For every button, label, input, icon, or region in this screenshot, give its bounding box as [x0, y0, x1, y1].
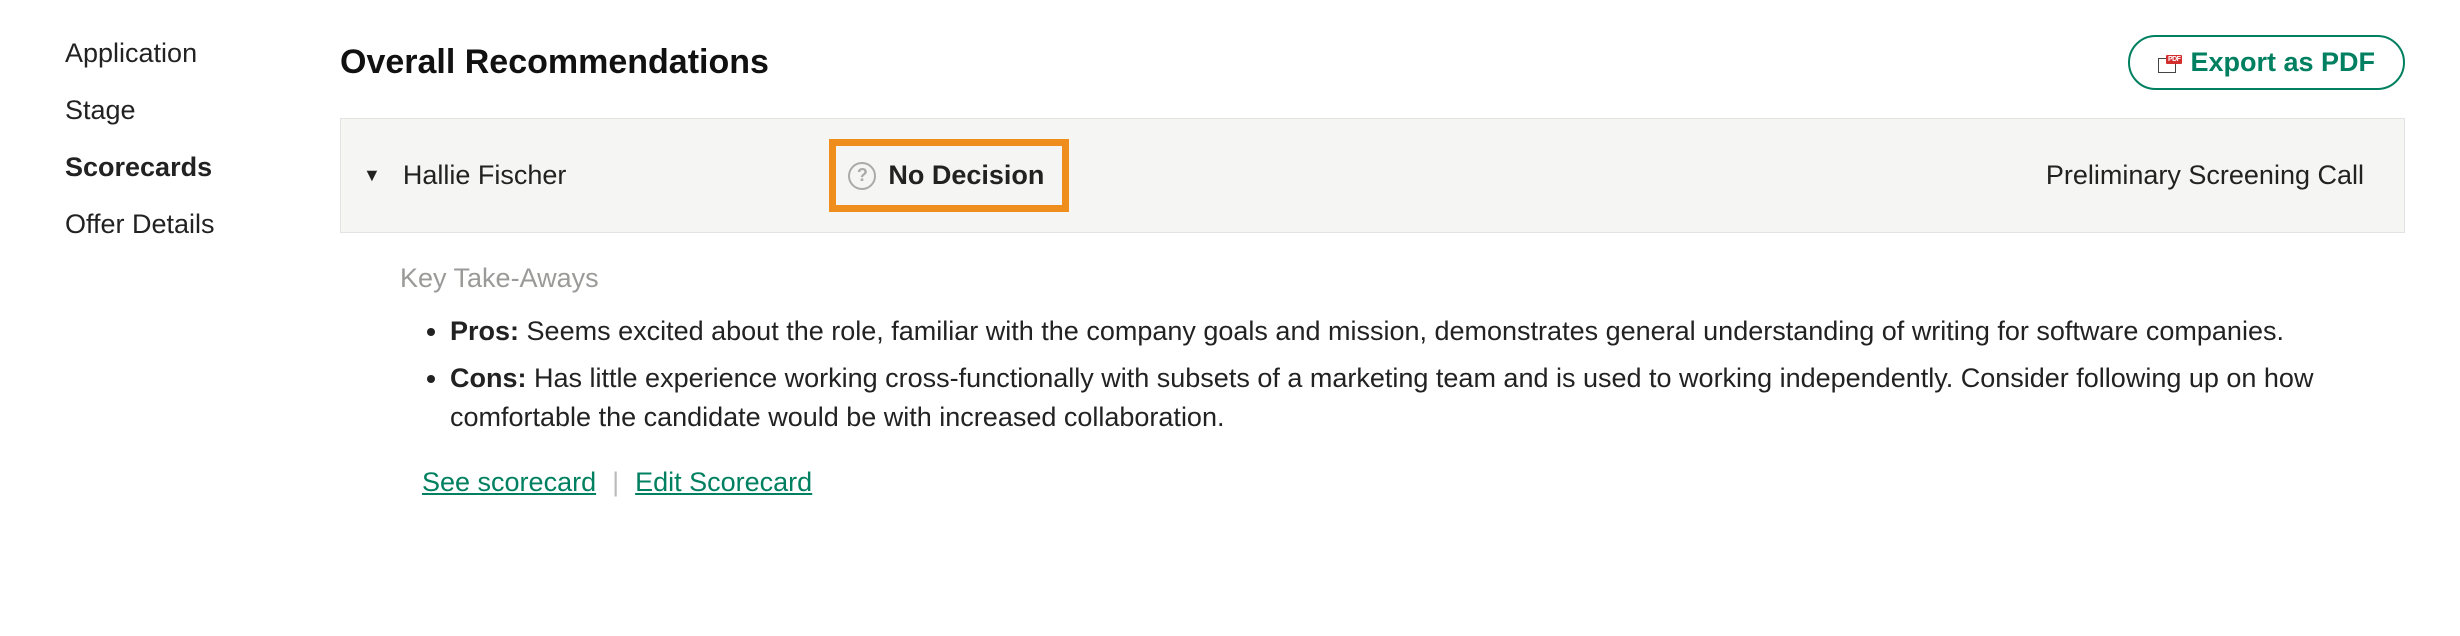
scorecard-header: ▼ Hallie Fischer ? No Decision Prelimina…: [340, 118, 2405, 233]
main-content: Overall Recommendations Export as PDF ▼ …: [340, 0, 2460, 636]
disclosure-triangle-icon[interactable]: ▼: [363, 165, 381, 186]
separator: |: [612, 467, 619, 498]
export-pdf-label: Export as PDF: [2190, 47, 2375, 78]
page-title: Overall Recommendations: [340, 43, 769, 82]
sidebar: Application Stage Scorecards Offer Detai…: [0, 0, 340, 636]
header-row: Overall Recommendations Export as PDF: [340, 35, 2405, 90]
scorecard-links: See scorecard | Edit Scorecard: [422, 467, 2365, 498]
cons-label: Cons:: [450, 363, 527, 393]
question-circle-icon: ?: [848, 162, 876, 190]
key-takeaways-list: Pros: Seems excited about the role, fami…: [400, 312, 2365, 437]
interview-stage-name: Preliminary Screening Call: [2046, 160, 2364, 191]
export-pdf-button[interactable]: Export as PDF: [2128, 35, 2405, 90]
cons-text: Has little experience working cross-func…: [450, 363, 2313, 432]
edit-scorecard-link[interactable]: Edit Scorecard: [635, 467, 812, 498]
sidebar-item-scorecards[interactable]: Scorecards: [65, 139, 340, 196]
sidebar-item-application[interactable]: Application: [65, 25, 340, 82]
candidate-name: Hallie Fischer: [403, 160, 567, 191]
pros-label: Pros:: [450, 316, 519, 346]
decision-highlight: ? No Decision: [829, 139, 1069, 212]
pdf-icon: [2158, 55, 2180, 71]
scorecard-body: Key Take-Aways Pros: Seems excited about…: [340, 233, 2405, 508]
list-item: Cons: Has little experience working cros…: [450, 359, 2365, 437]
key-takeaways-label: Key Take-Aways: [400, 263, 2365, 294]
decision-text: No Decision: [888, 160, 1044, 191]
sidebar-item-stage[interactable]: Stage: [65, 82, 340, 139]
see-scorecard-link[interactable]: See scorecard: [422, 467, 596, 498]
pros-text: Seems excited about the role, familiar w…: [527, 316, 2284, 346]
list-item: Pros: Seems excited about the role, fami…: [450, 312, 2365, 351]
sidebar-item-offer-details[interactable]: Offer Details: [65, 196, 340, 253]
